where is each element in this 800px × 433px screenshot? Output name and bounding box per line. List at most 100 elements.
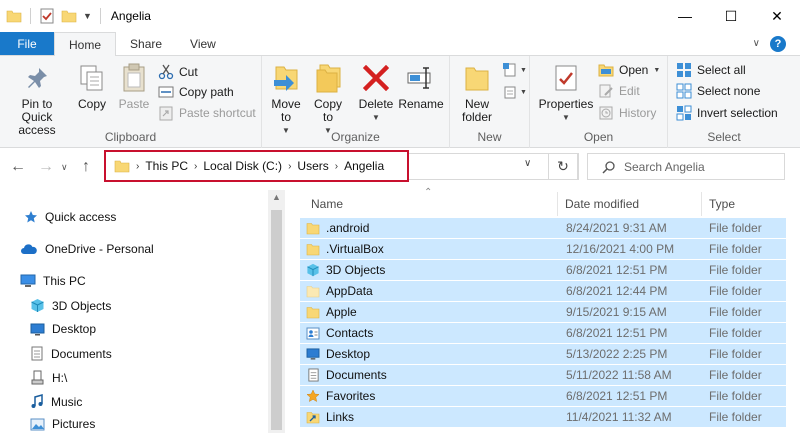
move-to-button[interactable]: Move to ▼ xyxy=(268,62,304,137)
select-none-button[interactable]: Select none xyxy=(676,81,760,101)
invert-selection-button[interactable]: Invert selection xyxy=(676,103,778,123)
nav-3d-objects[interactable]: 3D Objects xyxy=(30,298,111,313)
table-row[interactable]: .android 8/24/2021 9:31 AM File folder xyxy=(300,218,786,239)
breadcrumb-angelia[interactable]: Angelia xyxy=(344,159,384,173)
organize-group-label: Organize xyxy=(331,130,380,144)
copy-to-icon xyxy=(316,64,341,93)
new-item-button[interactable]: ▼ xyxy=(502,62,527,78)
properties-check-icon[interactable] xyxy=(39,8,55,24)
table-row[interactable]: 3D Objects 6/8/2021 12:51 PM File folder xyxy=(300,260,786,281)
tab-home[interactable]: Home xyxy=(54,32,117,56)
open-button[interactable]: Open ▼ xyxy=(598,60,660,80)
table-row[interactable]: Desktop 5/13/2022 2:25 PM File folder xyxy=(300,344,786,365)
documents-icon xyxy=(306,368,320,382)
minimize-button[interactable]: — xyxy=(662,0,708,32)
nav-quick-access[interactable]: Quick access xyxy=(24,210,116,224)
column-header-date[interactable]: Date modified xyxy=(565,190,639,218)
documents-icon xyxy=(31,346,43,361)
new-folder-icon xyxy=(465,67,489,91)
ribbon-tabs: File Home Share View ∨ ? xyxy=(0,32,800,56)
table-row[interactable]: Links 11/4/2021 11:32 AM File folder xyxy=(300,407,786,428)
title-bar: ▼ Angelia — ☐ ✕ xyxy=(0,0,800,32)
folder-icon xyxy=(6,10,22,23)
copy-icon xyxy=(80,65,103,91)
easy-access-button[interactable]: ▼ xyxy=(502,84,527,100)
cut-button[interactable]: Cut xyxy=(158,62,198,82)
copy-button[interactable]: Copy xyxy=(74,62,110,111)
address-history-chevron-icon[interactable]: ∨ xyxy=(524,158,531,169)
select-none-icon xyxy=(676,83,692,99)
paste-button[interactable]: Paste xyxy=(114,62,154,111)
breadcrumb-local-disk[interactable]: Local Disk (C:) xyxy=(203,159,282,173)
help-icon[interactable]: ? xyxy=(770,35,786,52)
select-all-button[interactable]: Select all xyxy=(676,60,746,80)
nav-documents[interactable]: Documents xyxy=(30,346,112,361)
music-icon xyxy=(31,394,43,408)
new-group-label: New xyxy=(477,130,502,144)
copy-path-button[interactable]: Copy path xyxy=(158,82,234,102)
paste-shortcut-button[interactable]: Paste shortcut xyxy=(158,103,256,123)
nav-scrollbar[interactable]: ▲ xyxy=(268,190,285,433)
nav-desktop[interactable]: Desktop xyxy=(30,322,96,336)
properties-button[interactable]: Properties ▼ xyxy=(536,62,596,124)
maximize-button[interactable]: ☐ xyxy=(708,0,754,32)
search-input[interactable]: Search Angelia xyxy=(624,160,705,174)
breadcrumb-users[interactable]: Users xyxy=(297,159,328,173)
delete-button[interactable]: Delete ▼ xyxy=(358,62,394,124)
favorites-icon xyxy=(306,389,320,403)
computer-icon xyxy=(20,274,36,287)
recent-locations-chevron-icon[interactable]: ∨ xyxy=(61,162,68,173)
breadcrumb-this-pc[interactable]: This PC xyxy=(145,159,188,173)
forward-arrow-icon[interactable]: → xyxy=(38,158,54,176)
nav-onedrive[interactable]: OneDrive - Personal xyxy=(20,242,154,256)
rename-button[interactable]: Rename xyxy=(398,62,444,111)
tab-view[interactable]: View xyxy=(176,32,230,55)
chevron-down-icon: ▼ xyxy=(520,66,527,74)
history-button[interactable]: History xyxy=(598,103,656,123)
back-arrow-icon[interactable]: ← xyxy=(10,158,26,176)
navigation-pane: Quick access OneDrive - Personal This PC… xyxy=(0,190,285,433)
chevron-down-icon: ▼ xyxy=(372,113,380,122)
nav-scrollbar-thumb[interactable] xyxy=(271,210,282,430)
edit-button[interactable]: Edit xyxy=(598,81,640,101)
file-list: ⌃ Name Date modified Type .android 8/24/… xyxy=(293,187,800,433)
tab-file[interactable]: File xyxy=(0,32,54,55)
table-row[interactable]: .VirtualBox 12/16/2021 4:00 PM File fold… xyxy=(300,239,786,260)
table-row[interactable]: Apple 9/15/2021 9:15 AM File folder xyxy=(300,302,786,323)
close-button[interactable]: ✕ xyxy=(754,0,800,32)
move-to-icon xyxy=(274,66,298,91)
refresh-button[interactable]: ↻ xyxy=(548,153,578,180)
table-row[interactable]: Favorites 6/8/2021 12:51 PM File folder xyxy=(300,386,786,407)
search-icon xyxy=(602,160,615,174)
column-divider[interactable] xyxy=(557,192,558,216)
select-all-icon xyxy=(677,63,691,77)
tab-share[interactable]: Share xyxy=(116,32,176,55)
expand-ribbon-chevron-icon[interactable]: ∨ xyxy=(753,38,760,49)
table-row[interactable]: Documents 5/11/2022 11:58 AM File folder xyxy=(300,365,786,386)
3d-objects-icon xyxy=(31,299,44,312)
column-divider[interactable] xyxy=(701,192,702,216)
up-arrow-icon[interactable]: ↑ xyxy=(82,158,90,176)
copy-to-button[interactable]: Copy to ▼ xyxy=(310,62,346,137)
nav-h-drive[interactable]: H:\ xyxy=(30,370,67,385)
cloud-icon xyxy=(21,244,37,254)
customize-chevron-icon[interactable]: ▼ xyxy=(83,11,92,21)
copy-path-icon xyxy=(158,86,174,98)
table-row[interactable]: Contacts 6/8/2021 12:51 PM File folder xyxy=(300,323,786,344)
nav-this-pc[interactable]: This PC xyxy=(20,274,86,288)
new-folder-icon[interactable] xyxy=(61,8,77,24)
new-folder-button[interactable]: New folder xyxy=(458,62,496,124)
table-row[interactable]: AppData 6/8/2021 12:44 PM File folder xyxy=(300,281,786,302)
select-group: Select all Select none Invert selection … xyxy=(668,56,780,148)
folder-icon xyxy=(306,242,320,256)
search-box[interactable]: Search Angelia xyxy=(587,153,785,180)
column-header-name[interactable]: Name xyxy=(311,190,343,218)
column-header-type[interactable]: Type xyxy=(709,190,735,218)
scroll-up-icon[interactable]: ▲ xyxy=(272,192,281,202)
chevron-down-icon: ▼ xyxy=(520,88,527,96)
pin-quick-access-button[interactable]: Pin to Quick access xyxy=(4,62,70,137)
nav-pictures[interactable]: Pictures xyxy=(30,417,95,431)
address-bar[interactable]: › This PC › Local Disk (C:) › Users › An… xyxy=(104,150,409,182)
clipboard-group: Pin to Quick access Copy Paste Cut Copy … xyxy=(0,56,262,148)
nav-music[interactable]: Music xyxy=(30,394,82,409)
